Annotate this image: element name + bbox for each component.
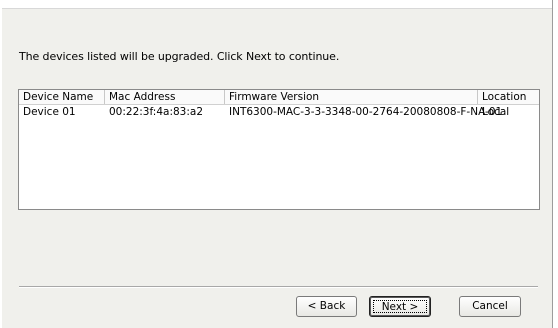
column-header-firmware-version[interactable]: Firmware Version	[225, 90, 478, 104]
cancel-button[interactable]: Cancel	[459, 296, 521, 317]
list-header: Device Name Mac Address Firmware Version…	[19, 90, 539, 105]
cell-location: Local	[482, 106, 510, 118]
header-strip	[0, 0, 558, 9]
instruction-text: The devices listed will be upgraded. Cli…	[19, 50, 340, 63]
upgrade-dialog: The devices listed will be upgraded. Cli…	[0, 0, 558, 328]
right-edge	[552, 0, 558, 328]
button-divider	[19, 286, 538, 288]
column-header-location[interactable]: Location	[478, 90, 539, 104]
back-button[interactable]: < Back	[296, 296, 357, 317]
column-header-device-name[interactable]: Device Name	[19, 90, 105, 104]
cell-mac-address: 00:22:3f:4a:83:a2	[109, 106, 204, 118]
column-header-mac-address[interactable]: Mac Address	[105, 90, 225, 104]
left-edge	[0, 0, 2, 328]
cell-firmware-version: INT6300-MAC-3-3-3348-00-2764-20080808-F-…	[229, 106, 503, 118]
next-button[interactable]: Next >	[369, 296, 431, 317]
cell-device-name: Device 01	[23, 106, 76, 118]
table-row[interactable]: Device 01 00:22:3f:4a:83:a2 INT6300-MAC-…	[19, 105, 539, 120]
device-list[interactable]: Device Name Mac Address Firmware Version…	[18, 89, 540, 210]
next-button-label: Next >	[373, 300, 427, 313]
